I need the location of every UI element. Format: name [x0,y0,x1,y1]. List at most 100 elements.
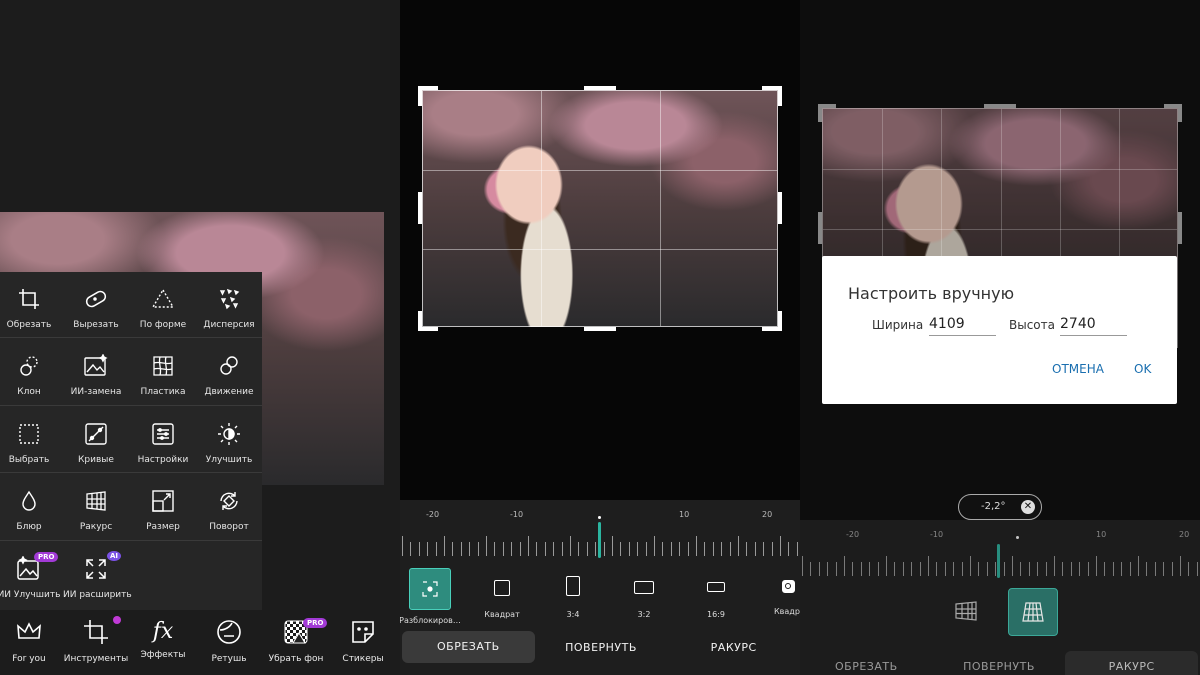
angle-value: -2,2° [981,501,1006,512]
liquify-icon [130,351,196,381]
tool-dispersion[interactable]: Дисперсия [196,272,262,330]
nav-for-you[interactable]: For you [0,618,62,664]
ruler-tick [586,542,588,556]
tool-cutout[interactable]: Вырезать [63,272,129,330]
ruler-tick [877,562,879,576]
ratio-3-4[interactable]: 3:4 [541,576,605,619]
crop-handle-top-right[interactable] [762,86,782,106]
ruler-tick [721,542,723,556]
tool-liquify[interactable]: Пластика [130,339,196,397]
tool-ai-expand[interactable]: AI ИИ расширить [63,542,132,600]
nav-effects[interactable]: fx Эффекты [130,618,196,660]
ruler-tick [796,542,798,556]
ratio-instagram-square[interactable]: Квадра [756,576,800,616]
crop-handle-top[interactable] [584,86,616,90]
tool-label: Блюр [16,522,42,532]
rotation-ruler[interactable]: -20 -10 10 20 [800,528,1200,578]
handle-top[interactable] [984,104,1016,108]
ai-replace-icon [63,351,129,381]
ruler-tick [738,536,739,556]
handle-left[interactable] [818,212,822,244]
nav-retouch[interactable]: Ретушь [196,618,262,664]
zero-marker [1016,536,1019,539]
tab-perspective[interactable]: РАКУРС [667,641,800,654]
tool-curves[interactable]: Кривые [63,407,129,465]
square-ratio-icon [494,580,510,596]
ruler-tick [662,542,664,556]
ruler-indicator[interactable] [598,522,601,558]
ruler-tick [763,542,765,556]
tool-ai-replace[interactable]: ИИ-замена [63,339,129,397]
tool-clone[interactable]: Клон [0,339,62,397]
tool-perspective[interactable]: Ракурс [63,474,129,532]
crop-handle-right[interactable] [778,192,782,224]
rotation-ruler[interactable]: -20 -10 10 20 [400,508,800,558]
ratio-3-2[interactable]: 3:2 [612,576,676,619]
tool-motion[interactable]: Движение [196,339,262,397]
ruler-tick [637,542,639,556]
width-label: Ширина [872,318,924,332]
tool-enhance[interactable]: Улучшить [196,407,262,465]
ratio-label: Квадра [774,607,800,616]
ok-button[interactable]: OK [1134,362,1151,376]
reset-angle-icon[interactable]: ✕ [1021,500,1035,514]
nav-tools[interactable]: Инструменты [63,616,129,664]
ruler-tick [603,542,605,556]
ruler-tick [1012,556,1013,576]
crop-handle-bottom[interactable] [584,327,616,331]
ruler-tick [1154,562,1156,576]
tab-crop[interactable]: ОБРЕЗАТЬ [800,650,933,675]
ratio-free[interactable]: Разблокиров… [400,568,462,625]
cancel-button[interactable]: ОТМЕНА [1052,362,1104,376]
tool-shape[interactable]: По форме [130,272,196,330]
tool-select[interactable]: Выбрать [0,407,62,465]
angle-pill[interactable]: -2,2° ✕ [958,494,1042,520]
tool-resize[interactable]: Размер [130,474,196,532]
clone-icon [0,351,62,381]
height-field[interactable] [1060,312,1127,336]
ruler-tick [986,562,988,576]
perspective-vertical-button[interactable] [1008,588,1058,636]
ruler-tick [852,562,854,576]
tab-rotate[interactable]: ПОВЕРНУТЬ [535,641,668,654]
ruler-tick [1003,562,1005,576]
fx-icon: fx [152,619,174,644]
handle-top-right[interactable] [1164,104,1182,122]
grid-line [660,91,661,326]
tool-label: Ракурс [79,522,113,532]
ruler-tick [427,542,429,556]
ratio-label: 3:2 [637,610,651,619]
ruler-tick [494,542,496,556]
perspective-horizontal-button[interactable] [950,598,982,624]
ruler-tick [435,542,437,556]
tab-crop[interactable]: ОБРЕЗАТЬ [402,631,535,663]
tool-rotate[interactable]: Поворот [196,474,262,532]
tool-ai-enhance[interactable]: PRO ИИ Улучшить [0,542,62,600]
ruler-tick [1171,562,1173,576]
nav-remove-bg[interactable]: PRO Убрать фон [263,618,329,664]
crop-handle-bottom-right[interactable] [762,311,782,331]
tool-adjust[interactable]: Настройки [130,407,196,465]
handle-top-left[interactable] [818,104,836,122]
perspective-horizontal-icon [955,601,977,621]
ruler-tick [469,542,471,556]
ruler-tick [810,562,812,576]
nav-label: For you [12,654,46,664]
tool-crop[interactable]: Обрезать [0,272,62,330]
crop-handle-left[interactable] [418,192,422,224]
tool-label: По форме [139,320,187,330]
nav-stickers[interactable]: Стикеры [330,618,396,664]
crop-handle-top-left[interactable] [418,86,438,106]
handle-right[interactable] [1178,212,1182,244]
tool-label: Пластика [140,387,186,397]
tab-rotate[interactable]: ПОВЕРНУТЬ [933,650,1066,675]
ruler-indicator[interactable] [997,544,1000,578]
tool-blur[interactable]: Блюр [0,474,62,532]
ratio-16-9[interactable]: 16:9 [684,576,748,619]
width-field[interactable] [929,312,996,336]
crop-handle-bottom-left[interactable] [418,311,438,331]
curves-icon [63,419,129,449]
tab-perspective[interactable]: РАКУРС [1065,651,1199,675]
ratio-square[interactable]: Квадрат [470,576,534,619]
ruler-tick [645,542,647,556]
